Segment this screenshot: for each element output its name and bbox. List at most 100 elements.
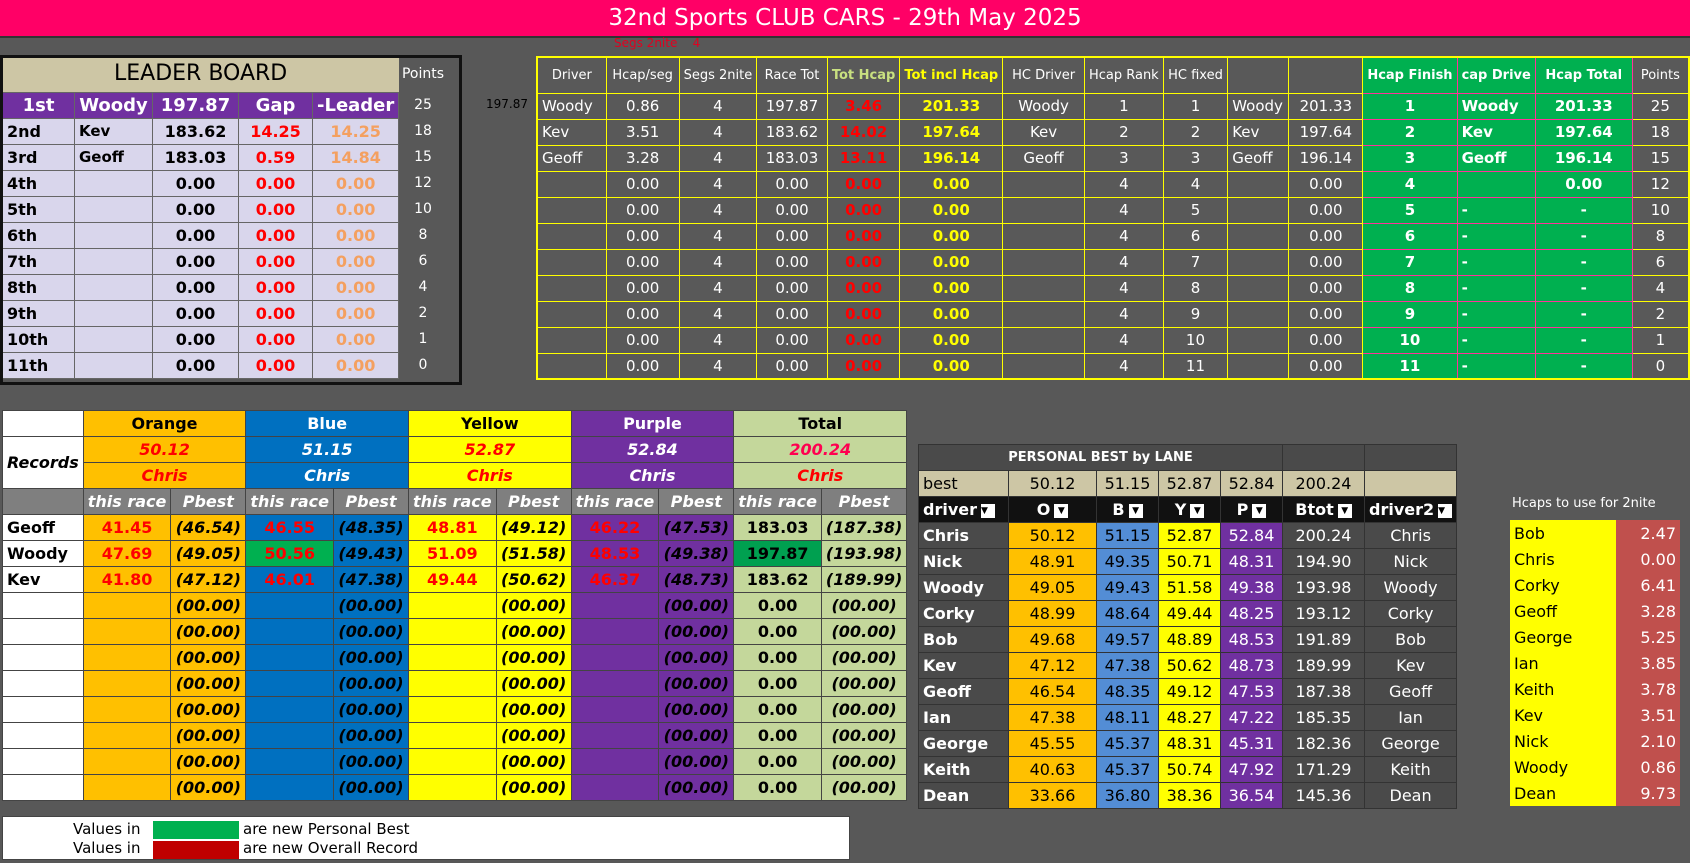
- pb-cell[interactable]: Keith: [918, 756, 1009, 783]
- handicap-cell[interactable]: 18: [1631, 118, 1690, 146]
- handicap-cell[interactable]: 3.28: [605, 144, 680, 172]
- handicap-cell[interactable]: 0.00: [899, 274, 1004, 302]
- handicap-cell[interactable]: 0.00: [826, 300, 901, 328]
- records-cell[interactable]: [82, 592, 172, 619]
- handicap-cell[interactable]: 0.00: [1288, 326, 1364, 354]
- pb-cell[interactable]: George: [918, 730, 1009, 757]
- records-driver[interactable]: Woody: [2, 540, 84, 567]
- handicap-cell[interactable]: 197.64: [1534, 118, 1633, 146]
- records-subheader[interactable]: this race: [82, 488, 172, 515]
- handicap-cell[interactable]: 4: [1083, 196, 1164, 224]
- hcap-value[interactable]: 6.41: [1616, 572, 1680, 598]
- records-cell[interactable]: 0.00: [733, 722, 822, 749]
- handicap-header[interactable]: Hcap Total: [1534, 56, 1633, 94]
- handicap-cell[interactable]: -: [1456, 300, 1536, 328]
- handicap-cell[interactable]: 0.00: [899, 170, 1004, 198]
- handicap-cell[interactable]: -: [1534, 352, 1633, 380]
- handicap-cell[interactable]: 4: [678, 274, 758, 302]
- hcap-driver[interactable]: Chris: [1510, 546, 1616, 572]
- leader-total-cell[interactable]: 183.62: [152, 117, 239, 145]
- pb-best-value[interactable]: 52.84: [1220, 470, 1283, 497]
- handicap-cell[interactable]: [1456, 170, 1536, 198]
- handicap-header[interactable]: [1288, 56, 1364, 94]
- handicap-cell[interactable]: -: [1534, 248, 1633, 276]
- handicap-header[interactable]: Tot incl Hcap: [899, 56, 1004, 94]
- record-value[interactable]: 51.15: [245, 436, 409, 463]
- leader-driver-cell[interactable]: [74, 325, 153, 353]
- leader-gap-cell[interactable]: 0.59: [238, 143, 313, 171]
- hcap-value[interactable]: 3.85: [1616, 650, 1680, 676]
- records-cell[interactable]: (00.00): [658, 618, 735, 645]
- records-cell[interactable]: 47.69: [82, 540, 172, 567]
- records-cell[interactable]: [408, 696, 497, 723]
- handicap-cell[interactable]: Geoff: [536, 144, 607, 172]
- records-driver[interactable]: [2, 748, 84, 775]
- handicap-cell[interactable]: [1002, 326, 1085, 354]
- leader-leader-cell[interactable]: 0.00: [311, 325, 400, 353]
- records-cell[interactable]: (00.00): [170, 696, 247, 723]
- record-holder[interactable]: Chris: [570, 462, 735, 489]
- handicap-cell[interactable]: 0.00: [605, 222, 680, 250]
- records-cell[interactable]: (00.00): [658, 644, 735, 671]
- handicap-cell[interactable]: 0.00: [899, 326, 1004, 354]
- pb-cell[interactable]: 48.73: [1220, 652, 1283, 679]
- filter-dropdown-icon[interactable]: ▼: [981, 503, 995, 518]
- handicap-cell[interactable]: 6: [1362, 222, 1458, 250]
- records-subheader[interactable]: Pbest: [170, 488, 247, 515]
- handicap-cell[interactable]: 4: [678, 196, 758, 224]
- pb-cell[interactable]: 48.31: [1220, 548, 1283, 575]
- pb-cell[interactable]: Geoff: [1363, 678, 1458, 705]
- handicap-cell[interactable]: 9: [1162, 300, 1229, 328]
- hcap-value[interactable]: 3.51: [1616, 702, 1680, 728]
- pb-best-value[interactable]: 200.24: [1282, 470, 1365, 497]
- handicap-cell[interactable]: -: [1456, 326, 1536, 354]
- handicap-cell[interactable]: [536, 326, 607, 354]
- pb-cell[interactable]: 49.12: [1158, 678, 1221, 705]
- handicap-cell[interactable]: Woody: [1456, 92, 1536, 120]
- records-cell[interactable]: (48.73): [658, 566, 735, 593]
- record-value[interactable]: 52.87: [408, 436, 572, 463]
- records-cell[interactable]: (00.00): [658, 774, 735, 801]
- handicap-cell[interactable]: [1002, 196, 1085, 224]
- handicap-cell[interactable]: 4: [1083, 274, 1164, 302]
- pb-cell[interactable]: 49.68: [1008, 626, 1097, 653]
- handicap-cell[interactable]: 0.00: [756, 326, 828, 354]
- pb-cell[interactable]: 33.66: [1008, 782, 1097, 809]
- pb-cell[interactable]: 194.90: [1282, 548, 1365, 575]
- pb-cell[interactable]: Ian: [1363, 704, 1458, 731]
- handicap-cell[interactable]: 3: [1162, 144, 1229, 172]
- records-cell[interactable]: [570, 618, 660, 645]
- pb-cell[interactable]: 49.43: [1096, 574, 1159, 601]
- pb-cell[interactable]: 47.38: [1008, 704, 1097, 731]
- points-cell[interactable]: 4: [388, 274, 458, 300]
- pb-cell[interactable]: Ian: [918, 704, 1009, 731]
- handicap-cell[interactable]: 4: [1083, 326, 1164, 354]
- pb-header[interactable]: driver2 ▼: [1363, 496, 1458, 523]
- records-cell[interactable]: 51.09: [408, 540, 497, 567]
- records-cell[interactable]: [245, 722, 334, 749]
- records-subheader[interactable]: Pbest: [658, 488, 735, 515]
- leader-pos-cell[interactable]: 7th: [2, 247, 75, 275]
- records-cell[interactable]: (00.00): [495, 592, 572, 619]
- leader-leader-cell[interactable]: 0.00: [311, 299, 400, 327]
- pb-cell[interactable]: Bob: [1363, 626, 1458, 653]
- handicap-cell[interactable]: Kev: [1002, 118, 1085, 146]
- handicap-cell[interactable]: 5: [1362, 196, 1458, 224]
- records-cell[interactable]: [570, 696, 660, 723]
- filter-dropdown-icon[interactable]: ▼: [1252, 503, 1267, 518]
- hcap-driver[interactable]: Kev: [1510, 702, 1616, 728]
- records-cell[interactable]: [245, 748, 334, 775]
- records-cell[interactable]: (00.00): [820, 618, 908, 645]
- hcap-value[interactable]: 0.00: [1616, 546, 1680, 572]
- handicap-cell[interactable]: 4: [1162, 170, 1229, 198]
- records-cell[interactable]: (00.00): [170, 618, 247, 645]
- leader-leader-cell[interactable]: 0.00: [311, 195, 400, 223]
- record-holder[interactable]: Chris: [408, 462, 572, 489]
- records-cell[interactable]: (00.00): [820, 748, 908, 775]
- records-subheader[interactable]: this race: [408, 488, 497, 515]
- handicap-header[interactable]: Segs 2nite: [678, 56, 758, 94]
- handicap-cell[interactable]: 0.00: [899, 300, 1004, 328]
- leader-pos-cell[interactable]: 6th: [2, 221, 75, 249]
- records-cell[interactable]: 0.00: [733, 592, 822, 619]
- handicap-cell[interactable]: Geoff: [1456, 144, 1536, 172]
